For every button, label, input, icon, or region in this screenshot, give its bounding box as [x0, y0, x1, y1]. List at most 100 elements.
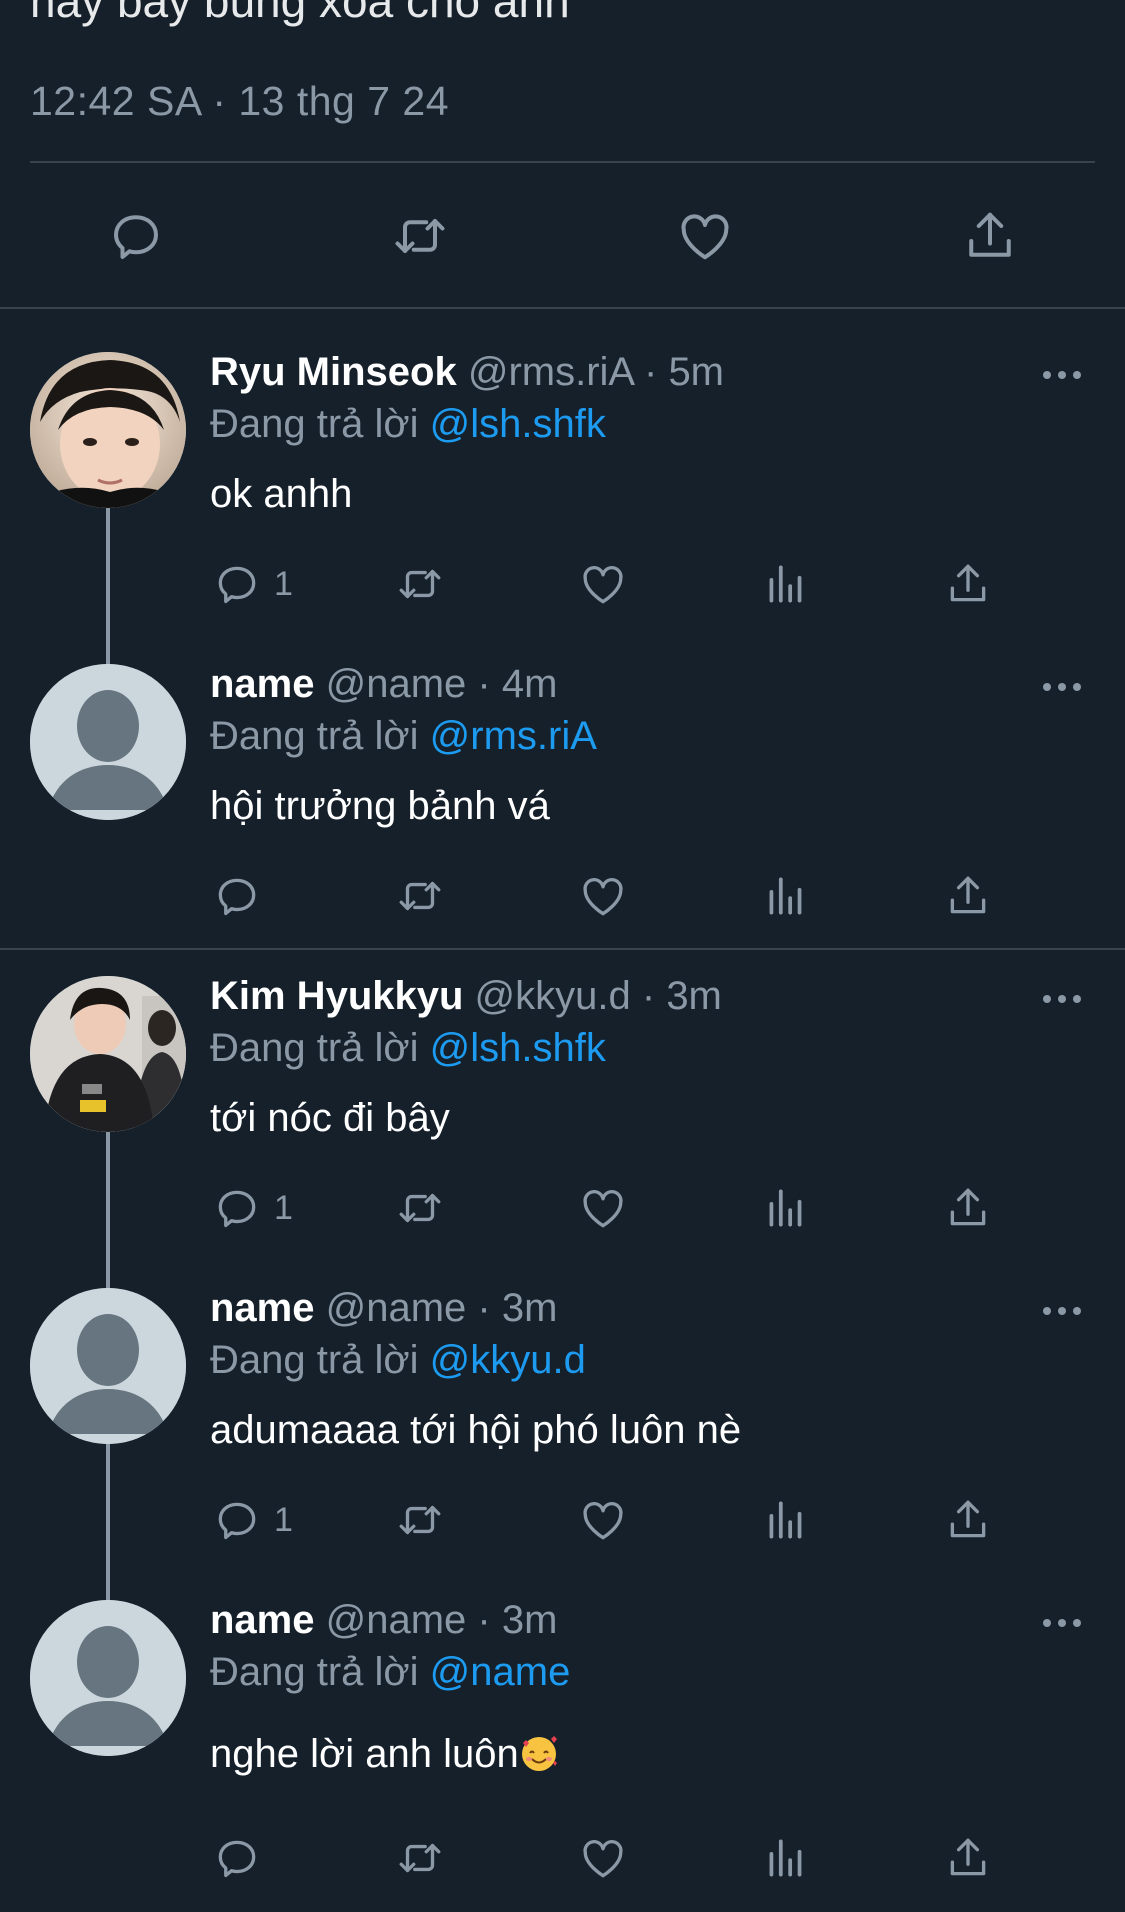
- views-bar-chart-icon[interactable]: [761, 1183, 811, 1233]
- tweet-time[interactable]: 5m: [668, 350, 724, 394]
- tweet-time[interactable]: 3m: [666, 974, 722, 1018]
- handle[interactable]: @kkyu.d: [475, 974, 631, 1018]
- reply-icon[interactable]: [212, 871, 262, 921]
- reply-icon[interactable]: [212, 1833, 262, 1883]
- avatar[interactable]: [30, 1600, 186, 1756]
- replying-to-mention[interactable]: @name: [430, 1650, 571, 1694]
- divider: [0, 307, 1125, 309]
- share-button[interactable]: [943, 1494, 993, 1546]
- display-name[interactable]: Kim Hyukkyu: [210, 974, 463, 1018]
- share-button[interactable]: [943, 1832, 993, 1884]
- retweet-icon[interactable]: [395, 1495, 445, 1545]
- separator-dot: ·: [466, 662, 502, 706]
- avatar[interactable]: [30, 976, 186, 1132]
- views-button[interactable]: [761, 558, 811, 610]
- like-button[interactable]: [578, 1182, 628, 1234]
- replying-to-mention[interactable]: @kkyu.d: [430, 1338, 586, 1382]
- like-button[interactable]: [578, 558, 628, 610]
- retweet-button[interactable]: [395, 558, 445, 610]
- like-button[interactable]: [578, 870, 628, 922]
- more-options-icon[interactable]: [1039, 984, 1085, 1014]
- display-name[interactable]: Ryu Minseok: [210, 350, 457, 394]
- separator-dot: ·: [466, 1286, 502, 1330]
- views-button[interactable]: [761, 1832, 811, 1884]
- reply-button[interactable]: [212, 870, 274, 922]
- retweet-button[interactable]: [395, 1182, 445, 1234]
- tweet-header: name @name · 3m: [210, 1596, 557, 1644]
- reply-button[interactable]: 1: [212, 1182, 293, 1234]
- like-heart-icon[interactable]: [578, 1495, 628, 1545]
- avatar[interactable]: [30, 664, 186, 820]
- like-heart-icon[interactable]: [578, 1183, 628, 1233]
- views-button[interactable]: [761, 1494, 811, 1546]
- reply-button[interactable]: 1: [212, 1494, 293, 1546]
- handle[interactable]: @name: [326, 1598, 467, 1642]
- like-heart-icon[interactable]: [578, 871, 628, 921]
- share-icon[interactable]: [943, 871, 993, 921]
- reply-icon[interactable]: [106, 206, 166, 266]
- reply-count: 1: [274, 564, 293, 603]
- reply-tweet[interactable]: name @name · 4m Đang trả lời @rms.riA hội …: [0, 662, 1125, 976]
- more-options-icon[interactable]: [1039, 360, 1085, 390]
- share-icon[interactable]: [943, 559, 993, 609]
- replying-label: Đang trả lời: [210, 1650, 419, 1694]
- share-icon[interactable]: [960, 206, 1020, 266]
- replying-label: Đang trả lời: [210, 402, 419, 446]
- more-options-icon[interactable]: [1039, 672, 1085, 702]
- avatar[interactable]: [30, 1288, 186, 1444]
- replying-to-mention[interactable]: @lsh.shfk: [430, 402, 606, 446]
- handle[interactable]: @name: [326, 1286, 467, 1330]
- replying-label: Đang trả lời: [210, 1338, 419, 1382]
- share-icon[interactable]: [943, 1183, 993, 1233]
- views-bar-chart-icon[interactable]: [761, 559, 811, 609]
- retweet-icon[interactable]: [395, 559, 445, 609]
- tweet-text-content: ok anhh: [210, 472, 353, 516]
- main-tweet-timestamp: 12:42 SA · 13 thg 7 24: [30, 78, 450, 124]
- share-icon[interactable]: [943, 1495, 993, 1545]
- tweet-time[interactable]: 3m: [502, 1598, 558, 1642]
- more-options-icon[interactable]: [1039, 1296, 1085, 1326]
- like-button[interactable]: [578, 1832, 628, 1884]
- retweet-icon[interactable]: [395, 1833, 445, 1883]
- reply-tweet[interactable]: Kim Hyukkyu @kkyu.d · 3m Đang trả lời @ls…: [0, 974, 1125, 1288]
- share-button[interactable]: [943, 1182, 993, 1234]
- reply-tweet[interactable]: name @name · 3m Đang trả lời @kkyu.d aduma…: [0, 1286, 1125, 1600]
- display-name[interactable]: name: [210, 1598, 315, 1642]
- share-button[interactable]: [943, 870, 993, 922]
- views-bar-chart-icon[interactable]: [761, 1495, 811, 1545]
- reply-icon[interactable]: [212, 559, 262, 609]
- replying-to-mention[interactable]: @lsh.shfk: [430, 1026, 606, 1070]
- retweet-button[interactable]: [395, 1832, 445, 1884]
- reply-icon[interactable]: [212, 1183, 262, 1233]
- avatar[interactable]: [30, 352, 186, 508]
- like-heart-icon[interactable]: [578, 559, 628, 609]
- display-name[interactable]: name: [210, 662, 315, 706]
- share-button[interactable]: [943, 558, 993, 610]
- share-icon[interactable]: [943, 1833, 993, 1883]
- more-options-icon[interactable]: [1039, 1608, 1085, 1638]
- handle[interactable]: @rms.riA: [468, 350, 633, 394]
- retweet-icon[interactable]: [390, 206, 450, 266]
- replying-to-mention[interactable]: @rms.riA: [430, 714, 597, 758]
- tweet-time[interactable]: 3m: [502, 1286, 558, 1330]
- views-bar-chart-icon[interactable]: [761, 871, 811, 921]
- retweet-button[interactable]: [395, 870, 445, 922]
- reply-button[interactable]: 1: [212, 558, 293, 610]
- views-button[interactable]: [761, 1182, 811, 1234]
- retweet-icon[interactable]: [395, 871, 445, 921]
- reply-icon[interactable]: [212, 1495, 262, 1545]
- reply-tweet[interactable]: name @name · 3m Đang trả lời @name nghe lờ…: [0, 1598, 1125, 1912]
- reply-tweet[interactable]: Ryu Minseok @rms.riA · 5m Đang trả lời @l…: [0, 350, 1125, 664]
- like-heart-icon[interactable]: [578, 1833, 628, 1883]
- views-bar-chart-icon[interactable]: [761, 1833, 811, 1883]
- like-heart-icon[interactable]: [675, 206, 735, 266]
- display-name[interactable]: name: [210, 1286, 315, 1330]
- retweet-icon[interactable]: [395, 1183, 445, 1233]
- handle[interactable]: @name: [326, 662, 467, 706]
- reply-button[interactable]: [212, 1832, 274, 1884]
- retweet-button[interactable]: [395, 1494, 445, 1546]
- tweet-actions: [0, 870, 1125, 930]
- tweet-time[interactable]: 4m: [502, 662, 558, 706]
- views-button[interactable]: [761, 870, 811, 922]
- like-button[interactable]: [578, 1494, 628, 1546]
